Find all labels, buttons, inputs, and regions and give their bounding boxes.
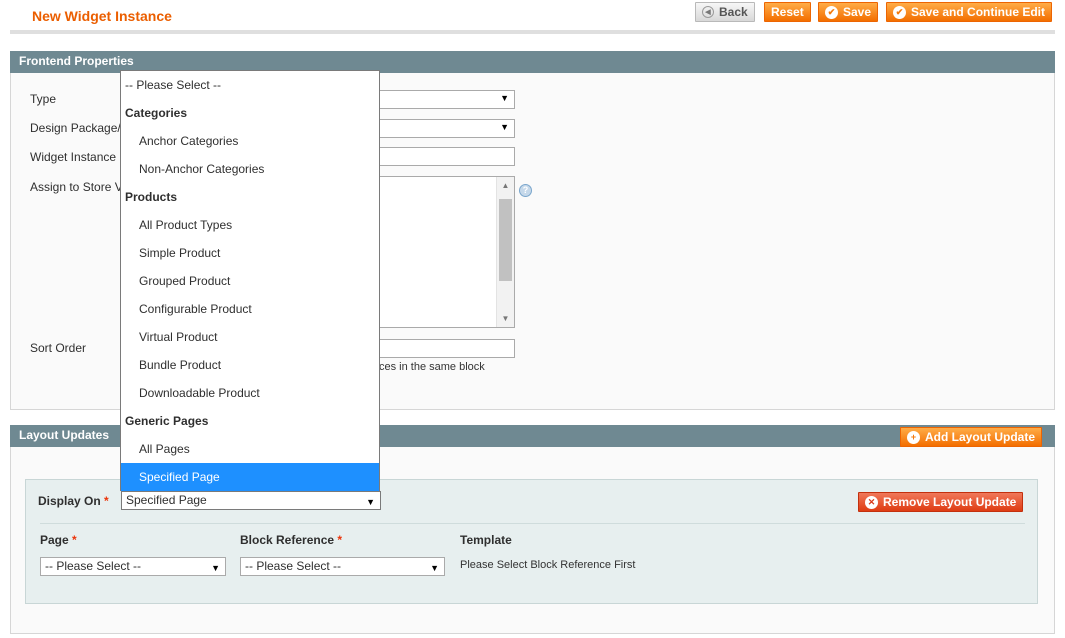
- dropdown-group-categories: Categories: [125, 106, 188, 120]
- scroll-up-icon[interactable]: ▲: [497, 181, 514, 190]
- back-button[interactable]: ◀ Back: [695, 2, 755, 22]
- template-label: Template: [460, 533, 512, 547]
- back-button-label: Back: [719, 5, 748, 19]
- reset-button-label: Reset: [771, 5, 804, 19]
- page-select[interactable]: -- Please Select -- ▼: [40, 557, 226, 576]
- help-icon[interactable]: ?: [519, 184, 532, 197]
- scroll-thumb[interactable]: [499, 199, 512, 281]
- chevron-down-icon: ▼: [211, 563, 220, 573]
- sort-order-label: Sort Order: [30, 341, 87, 355]
- dropdown-option-virtual-product[interactable]: Virtual Product: [121, 323, 379, 351]
- block-reference-label: Block Reference *: [240, 533, 343, 547]
- check-icon: ✔: [825, 5, 838, 19]
- reset-button[interactable]: Reset: [764, 2, 811, 22]
- chevron-down-icon: ▼: [366, 497, 375, 507]
- design-package-label: Design Package/: [30, 121, 121, 135]
- widget-instance-title-input[interactable]: [379, 147, 515, 166]
- assign-store-label: Assign to Store V: [30, 180, 123, 194]
- design-package-select[interactable]: ▼: [379, 119, 515, 138]
- check-icon: ✔: [893, 5, 906, 19]
- add-layout-update-button[interactable]: + Add Layout Update: [900, 427, 1042, 447]
- remove-layout-update-button[interactable]: ✕ Remove Layout Update: [858, 492, 1024, 512]
- header-divider: [10, 30, 1055, 34]
- dropdown-option-simple-product[interactable]: Simple Product: [121, 239, 379, 267]
- chevron-down-icon: ▼: [500, 93, 509, 103]
- dropdown-option-please-select[interactable]: -- Please Select --: [121, 71, 379, 99]
- page-title: New Widget Instance: [32, 8, 172, 24]
- add-layout-update-label: Add Layout Update: [925, 430, 1035, 444]
- sort-order-note: ces in the same block: [379, 361, 485, 373]
- dropdown-option-non-anchor-categories[interactable]: Non-Anchor Categories: [121, 155, 379, 183]
- page-label: Page *: [40, 533, 77, 547]
- store-views-scrollbar[interactable]: ▲ ▼: [496, 177, 514, 327]
- dropdown-group-generic-pages: Generic Pages: [125, 414, 209, 428]
- chevron-down-icon: ▼: [500, 122, 509, 132]
- dropdown-option-downloadable-product[interactable]: Downloadable Product: [121, 379, 379, 407]
- scroll-down-icon[interactable]: ▼: [497, 314, 514, 323]
- save-continue-button-label: Save and Continue Edit: [911, 5, 1046, 19]
- display-on-dropdown-list: -- Please Select -- Categories Anchor Ca…: [120, 70, 380, 491]
- widget-instance-label: Widget Instance: [30, 150, 117, 164]
- dropdown-option-bundle-product[interactable]: Bundle Product: [121, 351, 379, 379]
- save-button[interactable]: ✔ Save: [818, 2, 879, 22]
- template-note: Please Select Block Reference First: [460, 559, 636, 571]
- dropdown-option-all-pages[interactable]: All Pages: [121, 435, 379, 463]
- dropdown-option-anchor-categories[interactable]: Anchor Categories: [121, 127, 379, 155]
- save-button-label: Save: [843, 5, 872, 19]
- store-views-multiselect[interactable]: ▲ ▼: [379, 176, 515, 328]
- sort-order-input[interactable]: [379, 339, 515, 358]
- type-label: Type: [30, 92, 57, 106]
- layout-update-divider: [40, 523, 1025, 524]
- type-select[interactable]: ▼: [379, 90, 515, 109]
- save-continue-button[interactable]: ✔ Save and Continue Edit: [886, 2, 1053, 22]
- dropdown-option-specified-page[interactable]: Specified Page: [121, 463, 379, 491]
- plus-icon: +: [907, 430, 920, 444]
- chevron-down-icon: ▼: [430, 563, 439, 573]
- dropdown-option-all-product-types[interactable]: All Product Types: [121, 211, 379, 239]
- display-on-select[interactable]: Specified Page ▼: [121, 491, 381, 510]
- display-on-label: Display On *: [38, 494, 109, 508]
- remove-layout-update-label: Remove Layout Update: [883, 495, 1017, 509]
- dropdown-group-products: Products: [125, 190, 178, 204]
- dropdown-option-configurable-product[interactable]: Configurable Product: [121, 295, 379, 323]
- block-reference-select[interactable]: -- Please Select -- ▼: [240, 557, 445, 576]
- close-icon: ✕: [865, 495, 878, 509]
- dropdown-option-grouped-product[interactable]: Grouped Product: [121, 267, 379, 295]
- back-arrow-icon: ◀: [702, 6, 714, 18]
